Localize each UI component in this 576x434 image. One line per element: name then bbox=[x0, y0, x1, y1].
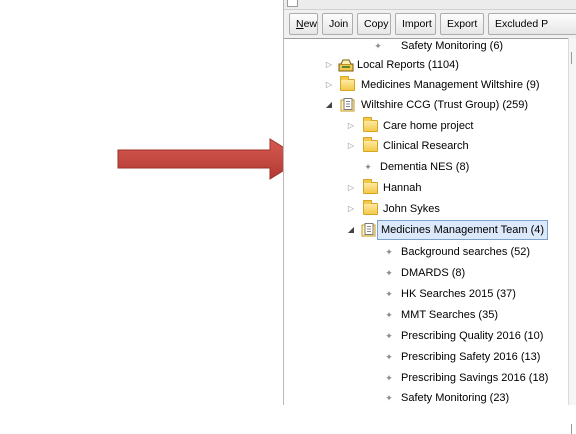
leaf-dot-icon: ✦ bbox=[385, 331, 393, 341]
tree-item[interactable]: ✦ Safety Monitoring (6) bbox=[284, 39, 568, 56]
tree-item[interactable]: ✦ Prescribing Savings 2016 (18) bbox=[284, 368, 568, 388]
folder-icon bbox=[363, 179, 378, 194]
tree-item-label: Medicines Management Team (4) bbox=[377, 220, 549, 240]
window-control[interactable] bbox=[287, 0, 298, 7]
tree-item[interactable]: ◢ Wiltshire CCG (Trust Group) (259) bbox=[284, 95, 568, 115]
scrollbar-marker bbox=[571, 52, 575, 64]
window-top-strip bbox=[284, 0, 576, 10]
tree-item[interactable]: ✦ Dementia NES (8) bbox=[284, 157, 568, 177]
tree-item-label: Background searches (52) bbox=[401, 246, 531, 258]
tree-item-label: Safety Monitoring (23) bbox=[401, 392, 510, 404]
tree-item[interactable]: ✦ DMARDS (8) bbox=[284, 263, 568, 283]
tree-item-label: MMT Searches (35) bbox=[401, 309, 498, 321]
expand-icon[interactable]: ▷ bbox=[324, 55, 334, 75]
import-button[interactable]: Import bbox=[395, 13, 436, 35]
tree-item[interactable]: ▷ Medicines Management Wiltshire (9) bbox=[284, 75, 568, 95]
excluded-button[interactable]: Excluded P bbox=[488, 13, 576, 35]
expand-icon[interactable]: ▷ bbox=[346, 178, 356, 198]
tree-item[interactable]: ▷ John Sykes bbox=[284, 199, 568, 219]
new-label-rest: ew bbox=[303, 18, 318, 30]
leaf-dot-icon: ✦ bbox=[385, 268, 393, 278]
leaf-dot-icon: ✦ bbox=[385, 373, 393, 383]
leaf-dot-icon: ✦ bbox=[385, 393, 393, 403]
document-folder-icon bbox=[361, 223, 376, 237]
tree-item[interactable]: ✦ Background searches (52) bbox=[284, 242, 568, 262]
tree-item-label: DMARDS (8) bbox=[401, 267, 466, 279]
tree-item[interactable]: ✦ MMT Searches (35) bbox=[284, 305, 568, 325]
expand-icon[interactable]: ▷ bbox=[346, 136, 356, 156]
export-button[interactable]: Export bbox=[440, 13, 484, 35]
folder-icon bbox=[340, 76, 355, 91]
expand-icon[interactable]: ▷ bbox=[346, 199, 356, 219]
tree-item-label: Prescribing Quality 2016 (10) bbox=[401, 330, 544, 342]
collapse-icon[interactable]: ◢ bbox=[324, 95, 334, 115]
expand-icon[interactable]: ▷ bbox=[346, 116, 356, 136]
tree-item[interactable]: ▷ Hannah bbox=[284, 178, 568, 198]
tree-item-label: HK Searches 2015 (37) bbox=[401, 288, 516, 300]
join-button[interactable]: Join bbox=[322, 13, 353, 35]
new-mnemonic: N bbox=[296, 18, 304, 30]
tree-item[interactable]: ▷ Care home project bbox=[284, 116, 568, 136]
tree-item-label: Prescribing Savings 2016 (18) bbox=[401, 372, 549, 384]
tree-item[interactable]: ✦ Safety Monitoring (23) bbox=[284, 388, 568, 406]
searches-panel: New Join Copy Import Export Excluded P ✦… bbox=[283, 0, 576, 434]
copy-button[interactable]: Copy bbox=[357, 13, 391, 35]
collapse-icon[interactable]: ◢ bbox=[346, 220, 356, 240]
leaf-dot-icon: ✦ bbox=[364, 162, 372, 172]
tree-item-label: Care home project bbox=[383, 120, 474, 132]
vertical-scrollbar[interactable] bbox=[568, 38, 576, 434]
tree-item[interactable]: ✦ Prescribing Safety 2016 (13) bbox=[284, 347, 568, 367]
tree-item-label: Prescribing Safety 2016 (13) bbox=[401, 351, 541, 363]
scrollbar-marker bbox=[571, 424, 575, 434]
tree-item-label: Hannah bbox=[383, 182, 422, 194]
tree-item-label: Wiltshire CCG (Trust Group) (259) bbox=[361, 99, 529, 111]
tree-item[interactable]: ✦ Prescribing Quality 2016 (10) bbox=[284, 326, 568, 346]
tree-item-label: Medicines Management Wiltshire (9) bbox=[361, 79, 540, 91]
leaf-dot-icon: ✦ bbox=[385, 310, 393, 320]
tree-item-label: Local Reports (1104) bbox=[357, 59, 459, 71]
folder-icon bbox=[363, 137, 378, 152]
expand-icon[interactable]: ▷ bbox=[324, 75, 334, 95]
toolbar: New Join Copy Import Export Excluded P bbox=[284, 11, 576, 37]
leaf-dot-icon: ✦ bbox=[385, 289, 393, 299]
tree-item-selected[interactable]: ◢ Medicines Management Team (4) bbox=[284, 220, 568, 240]
arrow-shape bbox=[117, 138, 303, 180]
tree-item[interactable]: ✦ HK Searches 2015 (37) bbox=[284, 284, 568, 304]
tree-item[interactable]: ▷ Clinical Research bbox=[284, 136, 568, 156]
folder-icon bbox=[363, 117, 378, 132]
leaf-dot-icon: ✦ bbox=[385, 247, 393, 257]
document-folder-icon bbox=[340, 98, 355, 112]
leaf-dot-icon: ✦ bbox=[374, 41, 382, 51]
tree-item-label: Clinical Research bbox=[383, 140, 469, 152]
tree-item-label: John Sykes bbox=[383, 203, 440, 215]
folder-icon bbox=[363, 200, 378, 215]
tree-item[interactable]: ▷ Local Reports (1104) bbox=[284, 55, 568, 75]
leaf-dot-icon: ✦ bbox=[385, 352, 393, 362]
tree-item-label: Safety Monitoring (6) bbox=[401, 40, 504, 52]
reports-icon bbox=[338, 59, 354, 72]
tree-item-label: Dementia NES (8) bbox=[380, 161, 470, 173]
search-tree: ✦ Safety Monitoring (6) ▷ Local Reports … bbox=[284, 38, 568, 406]
new-button[interactable]: New bbox=[289, 13, 318, 35]
